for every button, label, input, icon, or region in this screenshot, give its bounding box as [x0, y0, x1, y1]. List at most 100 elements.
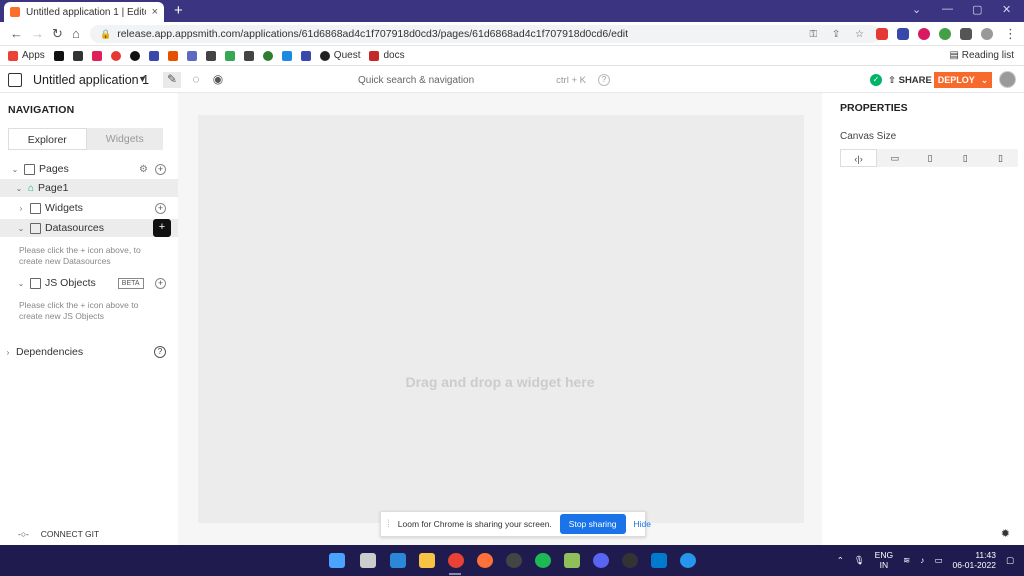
- cypress-icon[interactable]: [506, 553, 522, 568]
- tree-item-page1[interactable]: ⌄ ⌂ Page1: [0, 179, 178, 197]
- menu-dots-icon[interactable]: ⋮: [1004, 26, 1017, 42]
- user-avatar[interactable]: [999, 71, 1016, 88]
- extension-icon[interactable]: [939, 28, 951, 40]
- bug-icon[interactable]: ✹: [1001, 527, 1010, 540]
- chevron-down-icon[interactable]: ⌄: [10, 165, 20, 174]
- preview-mode-icon[interactable]: ◉: [209, 72, 227, 88]
- docker-icon[interactable]: [680, 553, 696, 568]
- share-button[interactable]: ⇧ SHARE: [888, 75, 932, 86]
- add-widget-icon[interactable]: +: [155, 202, 166, 214]
- slack-icon[interactable]: [91, 50, 102, 61]
- widget-canvas[interactable]: [198, 115, 804, 523]
- help-icon[interactable]: ?: [154, 346, 166, 358]
- clock[interactable]: 11:43 06-01-2022: [952, 550, 995, 570]
- reading-list-button[interactable]: ▤ Reading list: [950, 50, 1015, 61]
- bookmark-icon[interactable]: [281, 50, 292, 61]
- window-close-button[interactable]: ✕: [1002, 3, 1011, 16]
- language-indicator[interactable]: ENG IN: [875, 550, 893, 570]
- mobile-icon[interactable]: ▯: [983, 149, 1018, 167]
- drag-handle-icon[interactable]: ⁞: [387, 519, 390, 530]
- bookmark-icon[interactable]: [110, 50, 121, 61]
- app-icon[interactable]: [564, 553, 580, 568]
- address-bar[interactable]: 🔒 release.app.appsmith.com/applications/…: [90, 25, 880, 43]
- home-button[interactable]: ⌂: [72, 26, 80, 41]
- appsmith-logo-icon[interactable]: [8, 73, 22, 87]
- bookmark-icon[interactable]: [53, 50, 64, 61]
- battery-icon[interactable]: ▭: [934, 555, 942, 566]
- tree-item-pages[interactable]: ⌄ Pages ⚙ +: [0, 160, 178, 178]
- reload-button[interactable]: ↻: [52, 26, 63, 42]
- bookmark-apps[interactable]: Apps: [8, 50, 45, 61]
- github-icon[interactable]: [129, 50, 140, 61]
- help-icon[interactable]: ?: [598, 74, 610, 86]
- bookmark-icon[interactable]: [205, 50, 216, 61]
- quick-search[interactable]: Quick search & navigation ctrl + K: [352, 71, 592, 89]
- google-drive-icon[interactable]: [224, 50, 235, 61]
- bookmark-icon[interactable]: [186, 50, 197, 61]
- back-button[interactable]: ←: [10, 26, 23, 41]
- bookmark-icon[interactable]: [243, 50, 254, 61]
- notion-icon[interactable]: [72, 50, 83, 61]
- chevron-down-icon[interactable]: ⌄: [16, 279, 26, 288]
- vscode-icon[interactable]: [651, 553, 667, 568]
- windows-start-icon[interactable]: [329, 553, 345, 568]
- tree-item-widgets[interactable]: › Widgets +: [0, 199, 178, 217]
- tree-item-dependencies[interactable]: › Dependencies ?: [0, 343, 178, 361]
- bookmark-icon[interactable]: [300, 50, 311, 61]
- profile-avatar[interactable]: [981, 28, 993, 40]
- chrome-icon[interactable]: [448, 553, 464, 568]
- app-icon[interactable]: [622, 553, 638, 568]
- puzzle-icon[interactable]: [960, 28, 972, 40]
- volume-icon[interactable]: ♪: [920, 555, 924, 565]
- chevron-down-icon[interactable]: ⌄: [16, 224, 26, 233]
- gear-icon[interactable]: ⚙: [139, 164, 148, 175]
- fluid-width-icon[interactable]: ‹|›: [840, 149, 878, 167]
- bookmark-quest[interactable]: Quest: [319, 50, 360, 61]
- hide-button[interactable]: Hide: [634, 519, 651, 529]
- edit-mode-icon[interactable]: ✎: [163, 72, 181, 88]
- browser-tab[interactable]: Untitled application 1 | Editor | A ×: [4, 2, 164, 22]
- app-title[interactable]: Untitled application 1: [33, 73, 149, 87]
- stop-sharing-button[interactable]: Stop sharing: [559, 514, 626, 534]
- extension-icon[interactable]: [876, 28, 888, 40]
- chevron-down-icon[interactable]: ▼: [138, 74, 147, 84]
- chevron-down-icon[interactable]: ⌄: [14, 184, 24, 193]
- wifi-icon[interactable]: ≋: [903, 555, 910, 566]
- tab-explorer[interactable]: Explorer: [8, 128, 87, 150]
- add-datasource-button[interactable]: +: [153, 219, 171, 237]
- bookmark-docs[interactable]: docs: [369, 50, 405, 61]
- file-explorer-icon[interactable]: [360, 553, 376, 568]
- add-js-object-icon[interactable]: +: [155, 277, 166, 289]
- forward-button[interactable]: →: [31, 26, 44, 41]
- bookmark-icon[interactable]: [167, 50, 178, 61]
- connect-git-button[interactable]: -○- CONNECT GIT: [18, 529, 99, 539]
- app-icon[interactable]: [390, 553, 406, 568]
- bookmark-icon[interactable]: [262, 50, 273, 61]
- chevron-right-icon[interactable]: ›: [16, 204, 26, 213]
- bookmark-icon[interactable]: [148, 50, 159, 61]
- deploy-button[interactable]: DEPLOY ⌄: [934, 72, 992, 88]
- chevron-down-icon[interactable]: ⌄: [912, 3, 921, 16]
- chevron-right-icon[interactable]: ›: [3, 348, 13, 357]
- maximize-button[interactable]: ▢: [972, 3, 982, 16]
- new-tab-button[interactable]: +: [174, 2, 183, 19]
- omnibox-actions-icon[interactable]: ⚿ ⇪ ☆: [809, 29, 870, 40]
- discord-icon[interactable]: [593, 553, 609, 568]
- tree-item-datasources[interactable]: ⌄ Datasources +: [0, 219, 178, 237]
- tablet-icon[interactable]: ▯: [948, 149, 983, 167]
- extension-icon[interactable]: [897, 28, 909, 40]
- tab-widgets[interactable]: Widgets: [87, 128, 164, 150]
- tablet-landscape-icon[interactable]: ▯: [912, 149, 947, 167]
- sticky-notes-icon[interactable]: [419, 553, 435, 568]
- minimize-button[interactable]: —: [942, 3, 953, 15]
- add-page-icon[interactable]: +: [155, 163, 166, 175]
- comment-mode-icon[interactable]: ◌: [187, 72, 205, 88]
- chevron-down-icon[interactable]: ⌄: [981, 75, 989, 86]
- tree-item-js-objects[interactable]: ⌄ JS Objects BETA +: [0, 274, 178, 292]
- desktop-icon[interactable]: ▭: [877, 149, 912, 167]
- extension-icon[interactable]: [918, 28, 930, 40]
- chevron-up-icon[interactable]: ⌃: [837, 555, 844, 566]
- spotify-icon[interactable]: [535, 553, 551, 568]
- firefox-icon[interactable]: [477, 553, 493, 568]
- close-icon[interactable]: ×: [152, 6, 158, 18]
